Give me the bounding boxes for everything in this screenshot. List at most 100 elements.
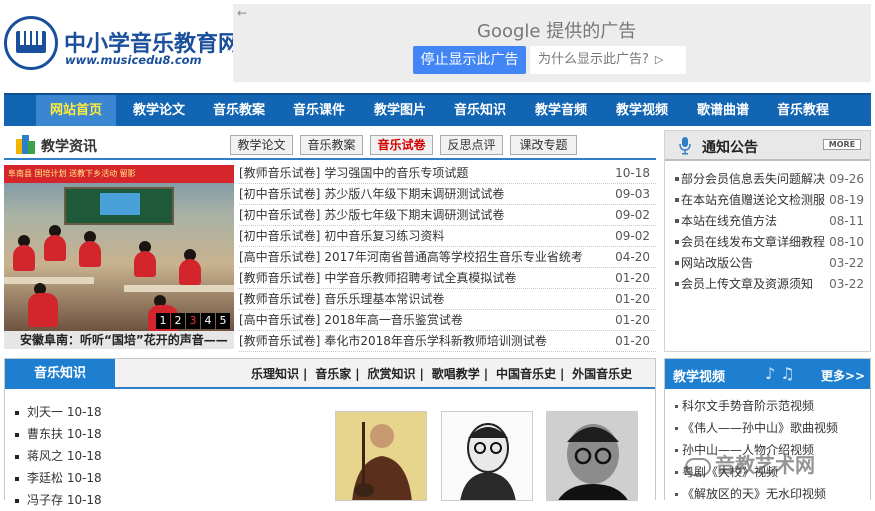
notice-item-date: 03-22 [829, 277, 864, 291]
news-title-link[interactable]: 奉化市2018年音乐学科新教师培训测试卷 [324, 334, 547, 348]
news-title-link[interactable]: 2017年河南省普通高等学校招生音乐专业省统考 [324, 250, 583, 264]
news-category[interactable]: [教师音乐试卷] [239, 166, 320, 180]
site-logo[interactable]: 中小学音乐教育网 www.musicedu8.com [4, 12, 240, 72]
nav-item-scores[interactable]: 歌谱曲谱 [684, 95, 762, 126]
link-appreciation[interactable]: 欣赏知识 [367, 367, 415, 381]
bullet-icon [675, 198, 679, 202]
notice-item[interactable]: 网站改版公告 03-22 [675, 253, 870, 274]
video-more-link[interactable]: 更多>> [821, 367, 865, 384]
notice-more-button[interactable]: MORE [823, 139, 861, 150]
news-row[interactable]: [教师音乐试卷] 音乐乐理基本常识试卷 01-20 [239, 289, 656, 310]
musician-entry[interactable]: 蒋风之 10-18 [27, 449, 102, 463]
link-singing[interactable]: 歌唱教学 [432, 367, 480, 381]
tab-lesson-plans[interactable]: 音乐教案 [300, 135, 363, 155]
watermark: 音教艺术网 [685, 449, 815, 478]
notice-item-title[interactable]: 会员上传文章及资源须知 [681, 274, 813, 295]
link-foreign-history[interactable]: 外国音乐史 [572, 367, 632, 381]
link-chinese-history[interactable]: 中国音乐史 [496, 367, 556, 381]
notice-item[interactable]: 本站在线充值方法 08-11 [675, 211, 870, 232]
stop-ad-button[interactable]: 停止显示此广告 [413, 46, 526, 74]
video-link[interactable]: 科尔文手势音阶示范视频 [682, 399, 814, 413]
nav-item-courseware[interactable]: 音乐课件 [280, 95, 358, 126]
notice-item[interactable]: 会员上传文章及资源须知 03-22 [675, 274, 870, 295]
news-category[interactable]: [初中音乐试卷] [239, 187, 320, 201]
bullet-icon [675, 493, 678, 496]
musician-entry[interactable]: 李廷松 10-18 [27, 471, 102, 485]
notice-item-title[interactable]: 在本站充值赠送论文检测服 [681, 190, 825, 211]
news-row[interactable]: [教师音乐试卷] 奉化市2018年音乐学科新教师培训测试卷 01-20 [239, 331, 656, 352]
news-row[interactable]: [初中音乐试卷] 苏少版七年级下期末调研测试试卷 09-02 [239, 205, 656, 226]
bullet-icon [675, 240, 679, 244]
list-item[interactable]: 《解放区的天》无水印视频 [675, 483, 870, 505]
nav-item-papers[interactable]: 教学论文 [120, 95, 198, 126]
news-row[interactable]: [教师音乐试卷] 中学音乐教师招聘考试全真模拟试卷 01-20 [239, 268, 656, 289]
news-title-link[interactable]: 初中音乐复习练习资料 [324, 229, 444, 243]
video-link[interactable]: 《伟人——孙中山》歌曲视频 [682, 421, 838, 435]
musician-portrait-2[interactable] [441, 411, 533, 501]
nav-item-audio[interactable]: 教学音频 [522, 95, 600, 126]
news-row[interactable]: [高中音乐试卷] 2017年河南省普通高等学校招生音乐专业省统考 04-20 [239, 247, 656, 268]
notice-item[interactable]: 在本站充值赠送论文检测服 08-19 [675, 190, 870, 211]
pager-button-5[interactable]: 5 [216, 313, 230, 329]
news-row[interactable]: [初中音乐试卷] 初中音乐复习练习资料 09-02 [239, 226, 656, 247]
why-ad-button[interactable]: 为什么显示此广告? ▷ [530, 46, 686, 74]
notice-item-title[interactable]: 本站在线充值方法 [681, 211, 777, 232]
list-item[interactable]: 科尔文手势音阶示范视频 [675, 395, 870, 417]
news-category[interactable]: [初中音乐试卷] [239, 229, 320, 243]
photo-caption[interactable]: 安徽阜南：听听“国培”花开的声音—— [4, 331, 234, 349]
musician-portrait-3[interactable] [546, 411, 638, 501]
nav-item-home[interactable]: 网站首页 [36, 95, 116, 126]
news-category[interactable]: [教师音乐试卷] [239, 334, 320, 348]
pager-button-4[interactable]: 4 [201, 313, 215, 329]
musician-entry[interactable]: 冯子存 10-18 [27, 493, 102, 507]
notice-item-title[interactable]: 部分会员信息丢失问题解决 [681, 169, 825, 190]
news-row[interactable]: [高中音乐试卷] 2018年高一音乐鉴赏试卷 01-20 [239, 310, 656, 331]
musician-portrait-1[interactable] [335, 411, 427, 501]
notice-item-title[interactable]: 会员在线发布文章详细教程 [681, 232, 825, 253]
news-title-link[interactable]: 苏少版八年级下期末调研测试试卷 [324, 187, 504, 201]
news-category[interactable]: [教师音乐试卷] [239, 292, 320, 306]
notice-item[interactable]: 部分会员信息丢失问题解决 09-26 [675, 169, 870, 190]
notice-item-title[interactable]: 网站改版公告 [681, 253, 753, 274]
notice-item[interactable]: 会员在线发布文章详细教程 08-10 [675, 232, 870, 253]
musician-entry[interactable]: 曹东扶 10-18 [27, 427, 102, 441]
pager-button-3[interactable]: 3 [186, 313, 200, 329]
why-ad-label: 为什么显示此广告? [538, 52, 649, 67]
news-row[interactable]: [教师音乐试卷] 学习强国中的音乐专项试题 10-18 [239, 163, 656, 184]
back-arrow-icon[interactable]: ← [237, 6, 247, 20]
news-category[interactable]: [教师音乐试卷] [239, 271, 320, 285]
list-item[interactable]: 李廷松 10-18 [15, 467, 102, 489]
nav-item-lesson-plans[interactable]: 音乐教案 [200, 95, 278, 126]
nav-item-tutorials[interactable]: 音乐教程 [764, 95, 842, 126]
music-knowledge-title[interactable]: 音乐知识 [5, 359, 115, 389]
news-slideshow-photo[interactable]: 阜南县 国培计划 送教下乡活动 留影 [4, 165, 234, 331]
link-musicians[interactable]: 音乐家 [315, 367, 351, 381]
link-theory[interactable]: 乐理知识 [251, 367, 299, 381]
tab-papers[interactable]: 教学论文 [230, 135, 293, 155]
news-row[interactable]: [初中音乐试卷] 苏少版八年级下期末调研测试试卷 09-03 [239, 184, 656, 205]
news-title-link[interactable]: 中学音乐教师招聘考试全真模拟试卷 [324, 271, 516, 285]
nav-item-video[interactable]: 教学视频 [603, 95, 681, 126]
musician-entry[interactable]: 刘天一 10-18 [27, 405, 102, 419]
news-category[interactable]: [高中音乐试卷] [239, 250, 320, 264]
list-item[interactable]: 《伟人——孙中山》歌曲视频 [675, 417, 870, 439]
list-item[interactable]: 刘天一 10-18 [15, 401, 102, 423]
news-category[interactable]: [初中音乐试卷] [239, 208, 320, 222]
video-link[interactable]: 《解放区的天》无水印视频 [682, 487, 826, 501]
list-item[interactable]: 曹东扶 10-18 [15, 423, 102, 445]
news-title-link[interactable]: 2018年高一音乐鉴赏试卷 [324, 313, 463, 327]
news-category[interactable]: [高中音乐试卷] [239, 313, 320, 327]
tab-exams[interactable]: 音乐试卷 [370, 135, 433, 155]
pager-button-1[interactable]: 1 [156, 313, 170, 329]
nav-item-images[interactable]: 教学图片 [361, 95, 439, 126]
news-title-link[interactable]: 苏少版七年级下期末调研测试试卷 [324, 208, 504, 222]
nav-item-knowledge[interactable]: 音乐知识 [441, 95, 519, 126]
news-title-link[interactable]: 音乐乐理基本常识试卷 [324, 292, 444, 306]
site-url: www.musicedu8.com [65, 53, 202, 67]
list-item[interactable]: 冯子存 10-18 [15, 489, 102, 511]
tab-reform[interactable]: 课改专题 [510, 135, 577, 155]
list-item[interactable]: 蒋风之 10-18 [15, 445, 102, 467]
pager-button-2[interactable]: 2 [171, 313, 185, 329]
news-title-link[interactable]: 学习强国中的音乐专项试题 [324, 166, 468, 180]
tab-reflection[interactable]: 反思点评 [440, 135, 503, 155]
